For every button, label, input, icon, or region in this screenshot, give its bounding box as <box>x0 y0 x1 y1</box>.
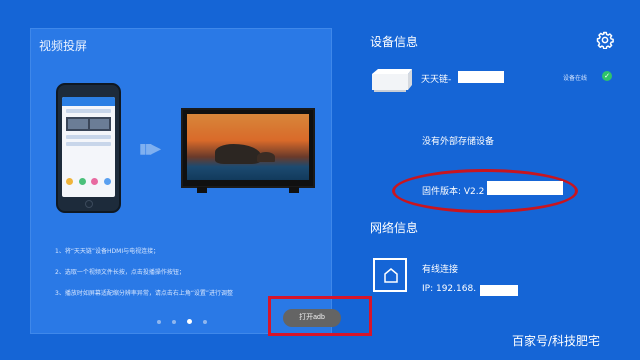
network-info-title: 网络信息 <box>370 221 419 235</box>
tv-stand <box>197 187 207 193</box>
connection-type: 有线连接 <box>422 265 459 275</box>
cast-steps: 1、将“天天链”设备HDMI与电视连接； 2、选取一个视频文件长按，点击投播操作… <box>55 241 327 304</box>
check-icon: ✓ <box>602 71 612 81</box>
storage-status: 没有外部存储设备 <box>422 137 495 147</box>
pager-dot[interactable] <box>172 319 176 324</box>
gear-icon[interactable] <box>596 31 614 49</box>
phone-illustration <box>56 83 121 213</box>
cast-step: 2、选取一个视频文件长按，点击投播操作按钮； <box>55 269 185 276</box>
ip-address: IP: 192.168. <box>422 284 477 294</box>
device-status: 设备在线 <box>563 75 588 82</box>
watermark: 百家号/科技肥宅 <box>512 334 601 348</box>
phone-row <box>66 142 111 146</box>
video-cast-card: 视频投屏 ▮▮▶ 1、将“天天链”设备HDMI与电视连接； 2、选取一个视频文件… <box>30 28 332 334</box>
phone-app-bar <box>62 97 115 106</box>
pager-dot[interactable] <box>203 319 207 324</box>
phone-screen <box>62 97 115 197</box>
redaction-mark <box>487 181 563 195</box>
cast-title: 视频投屏 <box>39 39 88 53</box>
tv-screen <box>187 114 309 180</box>
device-info-title: 设备信息 <box>370 35 419 49</box>
cast-arrow-icon: ▮▮▶ <box>139 141 161 157</box>
tv-illustration <box>181 108 315 193</box>
phone-thumbnails <box>66 117 111 131</box>
phone-row <box>66 109 111 113</box>
phone-row <box>66 135 111 139</box>
screen: 视频投屏 ▮▮▶ 1、将“天天链”设备HDMI与电视连接； 2、选取一个视频文件… <box>0 0 640 360</box>
cast-step: 1、将“天天链”设备HDMI与电视连接； <box>55 248 160 255</box>
carousel-pager[interactable] <box>157 319 207 324</box>
pager-dot[interactable] <box>157 319 161 324</box>
set-top-box-icon <box>372 69 412 92</box>
tv-landscape <box>215 144 261 164</box>
phone-app-icons <box>66 178 111 185</box>
firmware-version: 固件版本: V2.2 <box>422 187 485 197</box>
phone-home-button <box>85 200 93 208</box>
redaction-mark <box>458 71 504 83</box>
network-icon-box <box>373 258 407 292</box>
redaction-mark <box>480 285 518 296</box>
home-network-icon <box>384 268 398 283</box>
tv-stand <box>289 187 299 193</box>
tv-landscape <box>257 152 275 162</box>
pager-dot[interactable] <box>187 319 192 324</box>
adb-highlight-box: 打开adb <box>268 296 372 336</box>
open-adb-button[interactable]: 打开adb <box>283 309 341 327</box>
device-name: 天天链- <box>421 75 452 85</box>
